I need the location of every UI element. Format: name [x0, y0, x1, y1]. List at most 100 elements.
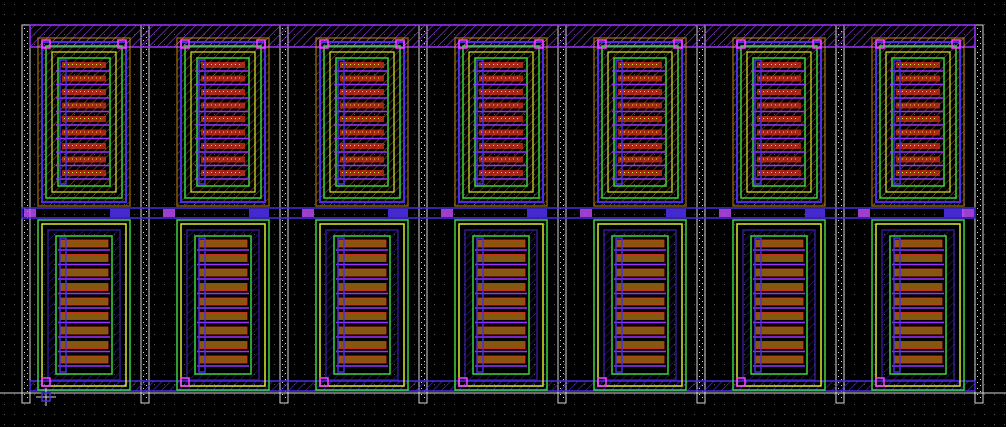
gate-finger [199, 269, 247, 276]
gate-finger [338, 341, 386, 349]
gate-finger [338, 240, 386, 247]
bottom-transistor[interactable] [315, 219, 409, 391]
top-transistor[interactable] [871, 37, 965, 207]
gate-finger [338, 283, 386, 291]
gate-finger [616, 312, 664, 320]
row-contact [302, 209, 314, 217]
gate-finger [60, 240, 108, 247]
device-column [580, 37, 687, 391]
gate-finger [616, 298, 664, 305]
gate-finger [616, 240, 664, 247]
gate-finger [894, 283, 942, 291]
gate-finger [755, 254, 803, 262]
gate-finger [477, 254, 525, 262]
gate-finger [894, 356, 942, 363]
row-contact [719, 209, 731, 217]
gate-finger [199, 341, 247, 349]
gate-finger [755, 312, 803, 320]
gate-finger [894, 341, 942, 349]
boundary-rail-dots [977, 28, 981, 398]
gate-finger [338, 269, 386, 276]
gate-finger [755, 356, 803, 363]
gate-finger [755, 327, 803, 334]
gate-finger [338, 327, 386, 334]
boundary-rail-dots [838, 28, 842, 398]
gate-finger [199, 356, 247, 363]
gate-finger [477, 240, 525, 247]
gate-finger [60, 356, 108, 363]
gate-finger [60, 254, 108, 262]
top-transistor[interactable] [454, 37, 548, 207]
bottom-transistor[interactable] [454, 219, 548, 391]
boundary-rail [696, 24, 706, 404]
row-contact [858, 209, 870, 217]
boundary-rail-dots [282, 28, 286, 398]
gate-finger [60, 312, 108, 320]
row-contact [962, 209, 974, 217]
gate-finger [894, 240, 942, 247]
boundary-rail-dots [699, 28, 703, 398]
gate-finger [616, 356, 664, 363]
bottom-transistor[interactable] [732, 219, 826, 391]
gate-finger [894, 298, 942, 305]
gate-finger [477, 356, 525, 363]
gate-finger [60, 327, 108, 334]
top-transistor[interactable] [315, 37, 409, 207]
gate-finger [477, 298, 525, 305]
device-column [24, 37, 131, 391]
gate-finger [199, 312, 247, 320]
gate-finger [894, 254, 942, 262]
boundary-rail [418, 24, 428, 404]
gate-finger [338, 356, 386, 363]
gate-finger [199, 283, 247, 291]
boundary-rail-dots [421, 28, 425, 398]
gate-finger [755, 240, 803, 247]
row-contact [805, 209, 825, 217]
gate-finger [616, 283, 664, 291]
top-transistor[interactable] [37, 37, 131, 207]
gate-finger [894, 312, 942, 320]
gate-finger [755, 269, 803, 276]
bottom-transistor[interactable] [176, 219, 270, 391]
device-array [24, 37, 974, 391]
gate-finger [755, 341, 803, 349]
gate-finger [199, 254, 247, 262]
gate-finger [338, 298, 386, 305]
gate-finger [199, 298, 247, 305]
gate-finger [338, 312, 386, 320]
gate-finger [60, 269, 108, 276]
row-contact [110, 209, 130, 217]
bottom-transistor[interactable] [37, 219, 131, 391]
gate-finger [616, 269, 664, 276]
row-contact [944, 209, 964, 217]
gate-finger [755, 283, 803, 291]
top-transistor[interactable] [732, 37, 826, 207]
top-transistor[interactable] [593, 37, 687, 207]
gate-finger [199, 327, 247, 334]
bottom-transistor[interactable] [871, 219, 965, 391]
row-contact [580, 209, 592, 217]
gate-finger [477, 327, 525, 334]
gate-finger [60, 298, 108, 305]
device-column [858, 37, 965, 391]
gate-finger [60, 283, 108, 291]
boundary-rail-dots [560, 28, 564, 398]
gate-finger [477, 269, 525, 276]
row-contact [527, 209, 547, 217]
boundary-rail [835, 24, 845, 404]
gate-finger [60, 341, 108, 349]
bottom-transistor[interactable] [593, 219, 687, 391]
boundary-rail [974, 24, 984, 404]
gate-finger [894, 327, 942, 334]
top-transistor[interactable] [176, 37, 270, 207]
layout-canvas[interactable] [0, 0, 1006, 427]
row-contact [441, 209, 453, 217]
gate-finger [616, 327, 664, 334]
row-contact [666, 209, 686, 217]
gate-finger [199, 240, 247, 247]
gate-finger [477, 341, 525, 349]
gate-finger [616, 254, 664, 262]
row-contact [163, 209, 175, 217]
gate-finger [477, 283, 525, 291]
gate-finger [894, 269, 942, 276]
